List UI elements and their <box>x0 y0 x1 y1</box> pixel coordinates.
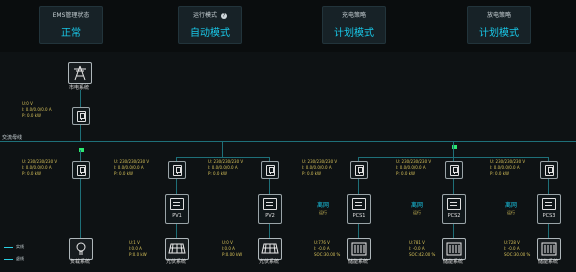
storage1-label: 储能系统 <box>347 259 368 265</box>
help-icon[interactable]: ? <box>221 12 227 19</box>
pcs2-state: 运行 <box>413 210 421 215</box>
pcs3-converter[interactable]: PCS3 <box>537 194 561 224</box>
discharge-strategy-card[interactable]: 放电策略 计划模式 <box>467 6 531 44</box>
storage2-readings: U:781 V I: -0.0 A SOC:42.00 % <box>409 240 436 257</box>
ems-status-value: 正常 <box>61 28 81 39</box>
meter-box[interactable] <box>168 161 186 179</box>
pv2-readings: U:0 V I:0.0 A P:0.00 kW <box>222 240 243 257</box>
discharge-strategy-value: 计划模式 <box>479 28 519 39</box>
battery-rack-icon[interactable] <box>537 238 561 260</box>
solar-panel-icon[interactable] <box>258 238 282 260</box>
run-mode-card[interactable]: 运行模式? 自动模式 <box>178 6 242 44</box>
legend-solid: 实线 <box>4 244 24 250</box>
lightbulb-icon[interactable] <box>69 238 93 260</box>
pcs3-mode: 离网 <box>504 202 517 209</box>
grid-tower-icon[interactable] <box>68 62 92 84</box>
storage2-label: 储能系统 <box>442 259 463 265</box>
ems-status-card: EMS管理状态 正常 <box>39 6 103 44</box>
inverter-icon <box>170 198 184 210</box>
meter-box[interactable] <box>350 161 368 179</box>
pv1-system-label: 光伏系统 <box>165 259 186 265</box>
pcs1-converter[interactable]: PCS1 <box>347 194 371 224</box>
pv1-readings: U:1 V I:0.0 A P:0.0 kW <box>129 240 147 257</box>
inverter-icon <box>263 198 277 210</box>
meter-readings: U: 230/230/230 V I: 0.0/0.0/0.0 A P: 0.0 k… <box>114 159 150 176</box>
meter-readings: U: 230/230/230 V I: 0.0/0.0/0.0 A P: 0.0 k… <box>302 159 338 176</box>
grid-meter-readings: U:0 V I: 0.0/0.0/0.0 A P: 0.0 kW <box>22 101 52 118</box>
grid-label: 市电系统 <box>68 85 89 91</box>
discharge-strategy-title: 放电策略 <box>486 12 511 19</box>
meter-box[interactable] <box>445 161 463 179</box>
meter-box[interactable] <box>72 161 90 179</box>
charge-strategy-value: 计划模式 <box>334 28 374 39</box>
meter-box[interactable] <box>261 161 279 179</box>
battery-rack-icon[interactable] <box>347 238 371 260</box>
meter-box[interactable] <box>540 161 558 179</box>
pcs3-state: 运行 <box>507 210 515 215</box>
pv2-inverter[interactable]: PV2 <box>258 194 282 224</box>
solar-panel-icon[interactable] <box>165 238 189 260</box>
pcs1-state: 运行 <box>319 210 327 215</box>
converter-icon <box>542 198 556 210</box>
storage1-readings: U:776 V I: -0.0 A SOC:30.00 % <box>314 240 341 257</box>
charge-strategy-card[interactable]: 充电策略 计划模式 <box>322 6 386 44</box>
converter-icon <box>352 198 366 210</box>
converter-icon <box>447 198 461 210</box>
pcs1-mode: 离网 <box>316 202 329 209</box>
pcs2-mode: 离网 <box>410 202 423 209</box>
pcs2-converter[interactable]: PCS2 <box>442 194 466 224</box>
meter-readings: U: 230/230/230 V I: 0.0/0.0/0.0 A P: 0.0 k… <box>208 159 244 176</box>
pv1-inverter[interactable]: PV1 <box>165 194 189 224</box>
ac-bus-line <box>0 141 576 142</box>
run-mode-title: 运行模式 <box>192 12 217 19</box>
meter-readings: U: 230/230/230 V I: 0.0/0.0/0.0 A P: 0.0 k… <box>490 159 526 176</box>
storage3-readings: U:728 V I: -0.0 A SOC:30.00 % <box>504 240 531 257</box>
legend-dashed: 虚线 <box>4 256 24 262</box>
meter-readings: U: 230/230/230 V I: 0.0/0.0/0.0 A P: 0.0 k… <box>22 159 58 176</box>
pv2-system-label: 光伏系统 <box>258 259 279 265</box>
meter-readings: U: 230/230/230 V I: 0.0/0.0/0.0 A P: 0.0 k… <box>396 159 432 176</box>
grid-meter-box[interactable] <box>72 107 90 125</box>
run-mode-value: 自动模式 <box>190 28 230 39</box>
load-label: 负载系统 <box>69 259 90 265</box>
battery-rack-icon[interactable] <box>442 238 466 260</box>
charge-strategy-title: 充电策略 <box>341 12 366 19</box>
storage3-label: 储能系统 <box>537 259 558 265</box>
ems-status-title: EMS管理状态 <box>52 12 90 19</box>
ac-bus-label: 交流母线 <box>2 135 23 141</box>
